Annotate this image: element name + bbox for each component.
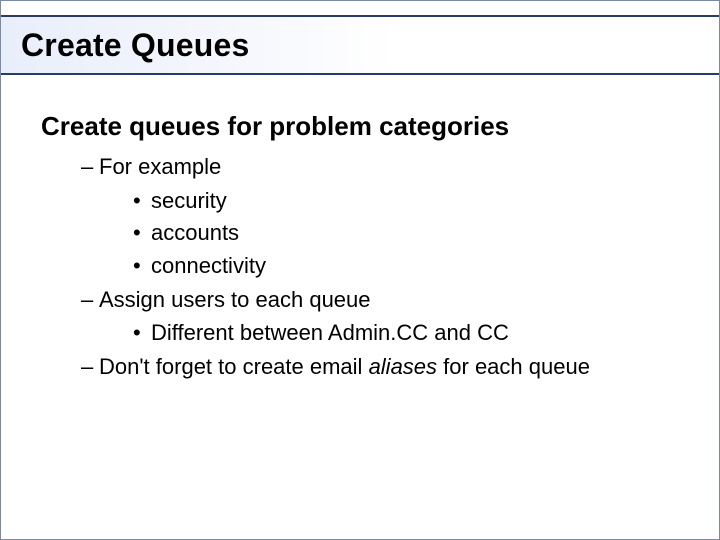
text-segment: for each queue [443,354,590,379]
slide: Create Queues Create queues for problem … [0,0,720,540]
bullet-security: security [133,186,679,216]
bullet-accounts: accounts [133,218,679,248]
slide-title: Create Queues [21,27,249,64]
slide-body: Create queues for problem categories For… [41,111,679,386]
italic-aliases: aliases [369,354,444,379]
bullet-for-example: For example [81,152,679,182]
bullet-assign-users: Assign users to each queue [81,285,679,315]
bullet-dont-forget: Don't forget to create email aliases for… [81,352,679,382]
title-bar: Create Queues [1,15,719,75]
bullet-connectivity: connectivity [133,251,679,281]
body-heading: Create queues for problem categories [41,111,679,142]
bullet-diff-admincc: Different between Admin.CC and CC [133,318,679,348]
text-segment: Don't forget to create email [99,354,369,379]
